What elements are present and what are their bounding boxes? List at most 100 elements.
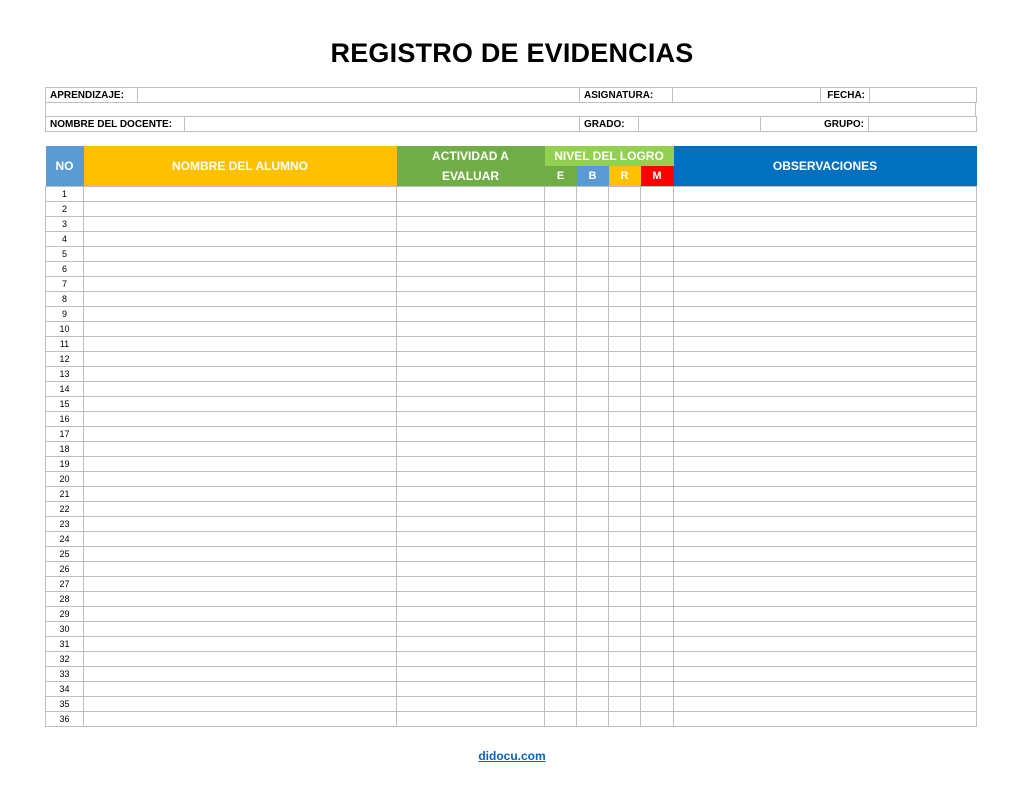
level-b-cell[interactable]	[576, 186, 609, 202]
level-m-cell[interactable]	[639, 276, 675, 292]
level-b-cell[interactable]	[576, 606, 609, 622]
level-b-cell[interactable]	[576, 306, 609, 322]
level-e-cell[interactable]	[544, 696, 577, 712]
level-m-cell[interactable]	[639, 636, 675, 652]
level-r-cell[interactable]	[608, 336, 641, 352]
activity-cell[interactable]	[396, 471, 545, 487]
asignatura-field[interactable]	[672, 87, 821, 103]
observations-cell[interactable]	[673, 441, 978, 457]
level-b-cell[interactable]	[576, 411, 609, 427]
level-m-cell[interactable]	[639, 231, 675, 247]
level-b-cell[interactable]	[576, 681, 609, 697]
student-name-cell[interactable]	[83, 351, 397, 367]
level-m-cell[interactable]	[639, 666, 675, 682]
student-name-cell[interactable]	[83, 516, 397, 532]
level-r-cell[interactable]	[608, 696, 641, 712]
observations-cell[interactable]	[673, 216, 978, 232]
observations-cell[interactable]	[673, 351, 978, 367]
observations-cell[interactable]	[673, 261, 978, 277]
level-r-cell[interactable]	[608, 486, 641, 502]
level-b-cell[interactable]	[576, 336, 609, 352]
level-m-cell[interactable]	[639, 186, 675, 202]
activity-cell[interactable]	[396, 621, 545, 637]
level-r-cell[interactable]	[608, 606, 641, 622]
activity-cell[interactable]	[396, 606, 545, 622]
level-m-cell[interactable]	[639, 561, 675, 577]
level-e-cell[interactable]	[544, 396, 577, 412]
level-b-cell[interactable]	[576, 381, 609, 397]
level-r-cell[interactable]	[608, 441, 641, 457]
observations-cell[interactable]	[673, 666, 978, 682]
activity-cell[interactable]	[396, 186, 545, 202]
observations-cell[interactable]	[673, 486, 978, 502]
activity-cell[interactable]	[396, 306, 545, 322]
level-e-cell[interactable]	[544, 261, 577, 277]
student-name-cell[interactable]	[83, 261, 397, 277]
student-name-cell[interactable]	[83, 561, 397, 577]
grado-field[interactable]	[638, 116, 761, 132]
student-name-cell[interactable]	[83, 396, 397, 412]
level-e-cell[interactable]	[544, 606, 577, 622]
level-r-cell[interactable]	[608, 681, 641, 697]
student-name-cell[interactable]	[83, 456, 397, 472]
student-name-cell[interactable]	[83, 381, 397, 397]
level-m-cell[interactable]	[639, 261, 675, 277]
level-r-cell[interactable]	[608, 291, 641, 307]
level-r-cell[interactable]	[608, 381, 641, 397]
observations-cell[interactable]	[673, 246, 978, 262]
level-e-cell[interactable]	[544, 306, 577, 322]
observations-cell[interactable]	[673, 336, 978, 352]
level-r-cell[interactable]	[608, 711, 641, 727]
student-name-cell[interactable]	[83, 471, 397, 487]
activity-cell[interactable]	[396, 636, 545, 652]
level-r-cell[interactable]	[608, 396, 641, 412]
level-b-cell[interactable]	[576, 216, 609, 232]
level-b-cell[interactable]	[576, 276, 609, 292]
activity-cell[interactable]	[396, 561, 545, 577]
activity-cell[interactable]	[396, 321, 545, 337]
activity-cell[interactable]	[396, 231, 545, 247]
level-m-cell[interactable]	[639, 306, 675, 322]
level-e-cell[interactable]	[544, 711, 577, 727]
level-m-cell[interactable]	[639, 471, 675, 487]
level-r-cell[interactable]	[608, 216, 641, 232]
activity-cell[interactable]	[396, 591, 545, 607]
student-name-cell[interactable]	[83, 336, 397, 352]
level-r-cell[interactable]	[608, 561, 641, 577]
observations-cell[interactable]	[673, 426, 978, 442]
observations-cell[interactable]	[673, 561, 978, 577]
student-name-cell[interactable]	[83, 606, 397, 622]
level-e-cell[interactable]	[544, 486, 577, 502]
level-r-cell[interactable]	[608, 471, 641, 487]
level-b-cell[interactable]	[576, 231, 609, 247]
level-b-cell[interactable]	[576, 351, 609, 367]
level-r-cell[interactable]	[608, 636, 641, 652]
level-b-cell[interactable]	[576, 441, 609, 457]
observations-cell[interactable]	[673, 711, 978, 727]
level-r-cell[interactable]	[608, 576, 641, 592]
level-e-cell[interactable]	[544, 291, 577, 307]
level-e-cell[interactable]	[544, 336, 577, 352]
activity-cell[interactable]	[396, 696, 545, 712]
level-b-cell[interactable]	[576, 621, 609, 637]
activity-cell[interactable]	[396, 201, 545, 217]
observations-cell[interactable]	[673, 291, 978, 307]
level-e-cell[interactable]	[544, 636, 577, 652]
student-name-cell[interactable]	[83, 186, 397, 202]
level-m-cell[interactable]	[639, 516, 675, 532]
level-m-cell[interactable]	[639, 486, 675, 502]
level-m-cell[interactable]	[639, 216, 675, 232]
level-b-cell[interactable]	[576, 696, 609, 712]
observations-cell[interactable]	[673, 621, 978, 637]
level-e-cell[interactable]	[544, 381, 577, 397]
student-name-cell[interactable]	[83, 291, 397, 307]
activity-cell[interactable]	[396, 246, 545, 262]
level-b-cell[interactable]	[576, 291, 609, 307]
student-name-cell[interactable]	[83, 246, 397, 262]
level-m-cell[interactable]	[639, 426, 675, 442]
student-name-cell[interactable]	[83, 576, 397, 592]
level-m-cell[interactable]	[639, 591, 675, 607]
footer-link[interactable]: didocu.com	[478, 749, 545, 763]
level-r-cell[interactable]	[608, 621, 641, 637]
level-m-cell[interactable]	[639, 501, 675, 517]
